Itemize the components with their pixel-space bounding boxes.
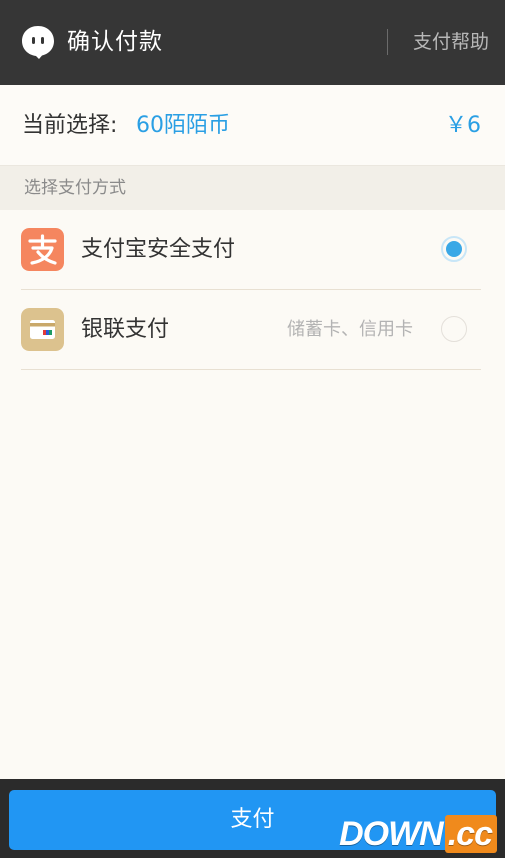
- current-selection-label: 当前选择:: [22, 113, 118, 138]
- current-selection-item: 60陌陌币: [136, 113, 230, 138]
- watermark-logo: DOWN .cc: [339, 815, 497, 854]
- top-bar: 确认付款 支付帮助: [0, 0, 505, 85]
- current-selection: 当前选择: 60陌陌币 ￥6: [0, 85, 505, 166]
- payment-option-name: 银联支付: [81, 317, 170, 342]
- watermark-text: DOWN: [339, 815, 444, 853]
- help-link[interactable]: 支付帮助: [413, 29, 489, 55]
- price-value: ￥6: [445, 113, 481, 138]
- watermark-suffix: .cc: [444, 815, 497, 853]
- payment-option-name: 支付宝安全支付: [81, 237, 236, 262]
- alipay-icon: [21, 228, 64, 271]
- payment-option-description: 储蓄卡、信用卡: [287, 319, 413, 340]
- header-divider: [387, 29, 388, 55]
- chat-bubble-icon: [22, 26, 54, 59]
- payment-option-alipay[interactable]: 支付宝安全支付: [0, 210, 505, 290]
- radio-unionpay[interactable]: [441, 316, 467, 342]
- footer-bar: 支付 DOWN .cc: [0, 779, 505, 858]
- unionpay-card-icon: [21, 308, 64, 351]
- radio-alipay[interactable]: [441, 236, 467, 262]
- payment-option-unionpay[interactable]: 银联支付 储蓄卡、信用卡: [0, 290, 505, 370]
- section-title: 选择支付方式: [24, 178, 126, 198]
- row-divider: [21, 369, 481, 370]
- payment-section-header: 选择支付方式: [0, 166, 505, 210]
- page-title: 确认付款: [67, 29, 163, 55]
